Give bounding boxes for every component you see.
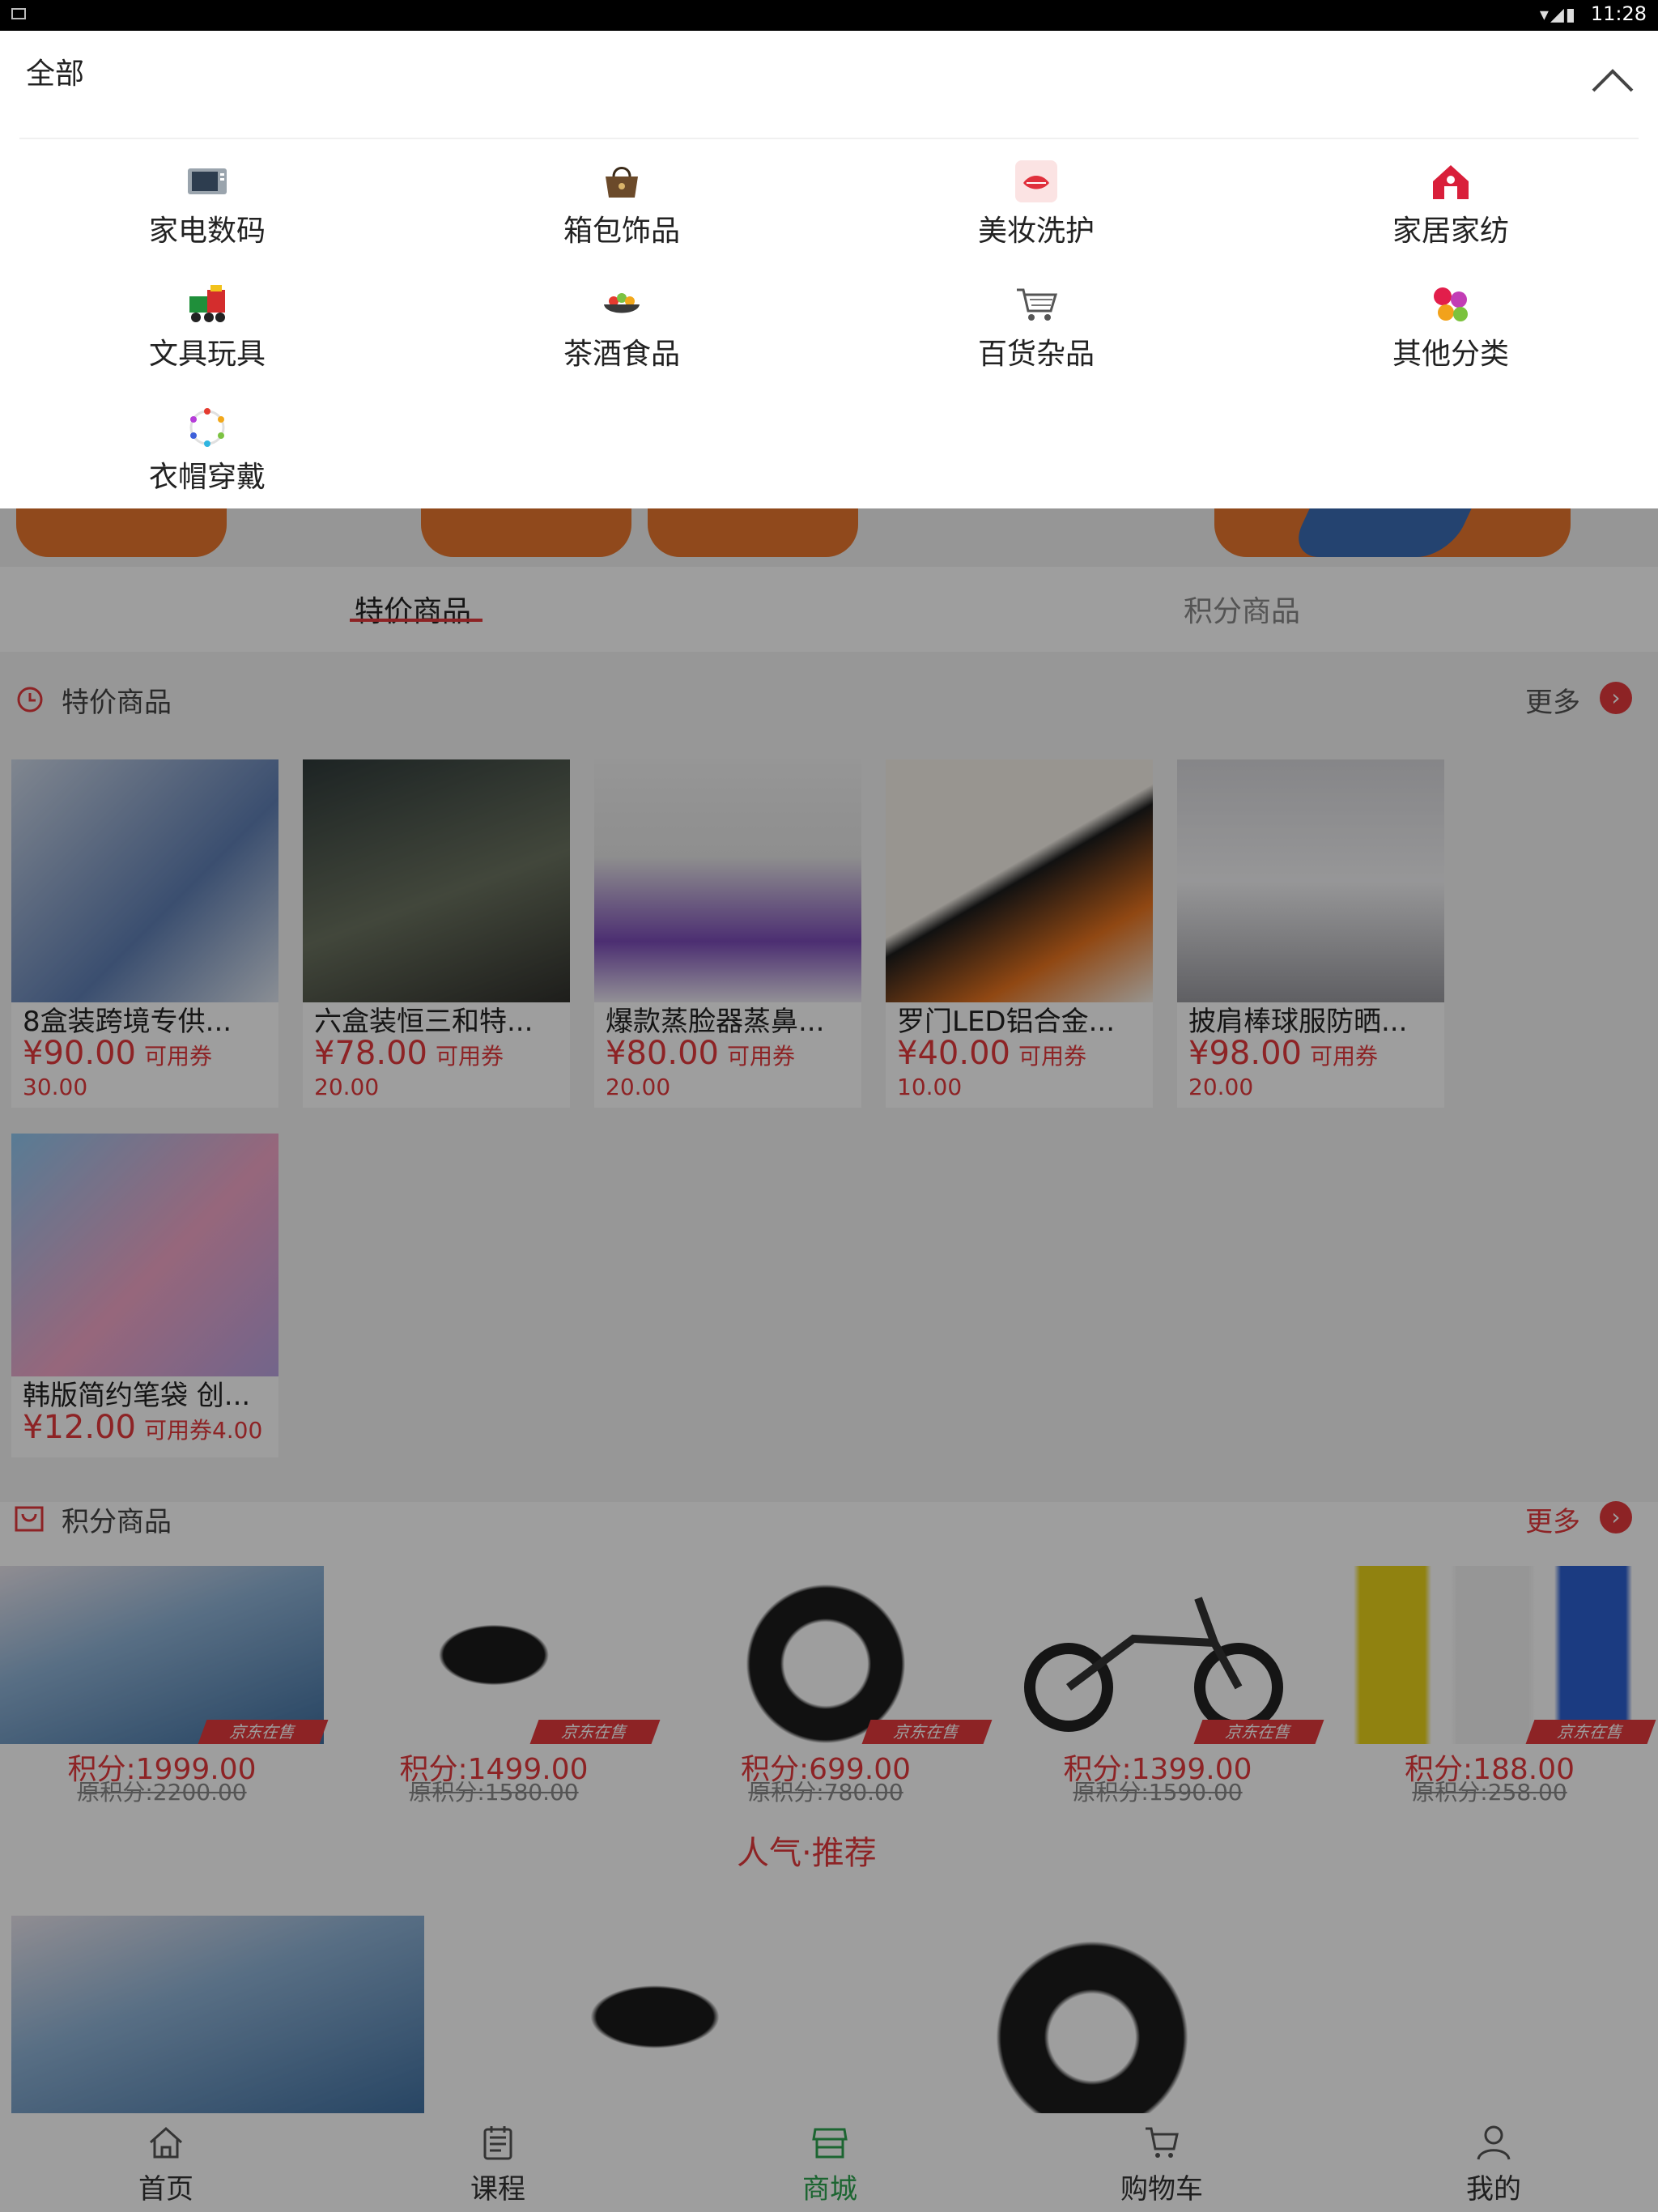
category-label: 文具玩具 xyxy=(148,338,266,371)
lipstick-icon xyxy=(1015,160,1057,202)
category-dropdown: 全部 家电数码 箱包饰品 美妆洗护 家居家纺 文具玩具 茶酒食品 百货杂品 其他… xyxy=(0,31,1658,508)
chevron-up-icon[interactable] xyxy=(1588,58,1637,107)
house-icon xyxy=(1433,165,1469,199)
colored-balls-icon xyxy=(1434,287,1468,321)
category-item-appliances[interactable]: 家电数码 xyxy=(86,159,329,264)
category-item-bags[interactable]: 箱包饰品 xyxy=(500,159,743,264)
status-time: 11:28 xyxy=(1590,2,1647,25)
category-item-beauty[interactable]: 美妆洗护 xyxy=(915,159,1158,264)
category-item-toys[interactable]: 文具玩具 xyxy=(86,282,329,387)
category-label: 箱包饰品 xyxy=(563,215,680,248)
shopping-cart-icon xyxy=(1017,288,1058,321)
toy-train-icon xyxy=(189,285,225,322)
tv-icon xyxy=(188,168,227,194)
signal-battery-icons: ▾◢▮ xyxy=(1539,5,1577,25)
category-label: 家电数码 xyxy=(148,215,266,248)
color-wheel-icon xyxy=(189,408,225,447)
category-item-clothing[interactable]: 衣帽穿戴 xyxy=(86,405,329,510)
category-item-food[interactable]: 茶酒食品 xyxy=(500,282,743,387)
food-bowl-icon xyxy=(604,293,640,313)
modal-dim-overlay[interactable] xyxy=(0,508,1658,2212)
category-label: 茶酒食品 xyxy=(563,338,680,371)
category-item-other[interactable]: 其他分类 xyxy=(1329,282,1572,387)
category-item-groceries[interactable]: 百货杂品 xyxy=(915,282,1158,387)
category-label: 美妆洗护 xyxy=(977,215,1095,248)
handbag-icon xyxy=(606,167,638,198)
category-label: 其他分类 xyxy=(1392,338,1509,371)
category-item-home[interactable]: 家居家纺 xyxy=(1329,159,1572,264)
status-bar: ▾◢▮ 11:28 xyxy=(0,0,1658,31)
gallery-icon xyxy=(11,8,26,19)
all-categories-label[interactable]: 全部 xyxy=(26,50,84,92)
category-label: 衣帽穿戴 xyxy=(148,461,266,494)
divider xyxy=(19,138,1639,139)
category-label: 家居家纺 xyxy=(1392,215,1509,248)
category-label: 百货杂品 xyxy=(977,338,1095,371)
